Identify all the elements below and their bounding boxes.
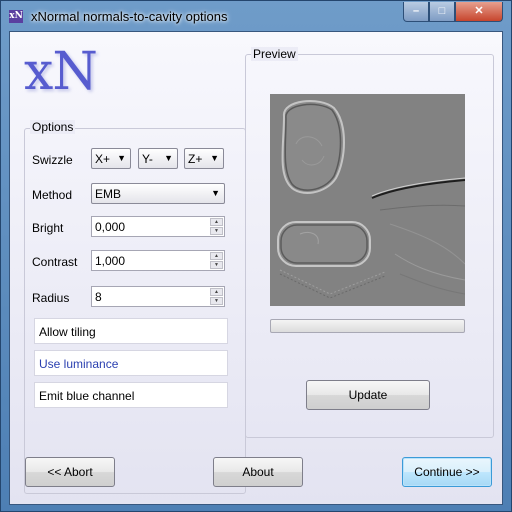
emit-blue-channel-checkbox[interactable]: Emit blue channel xyxy=(34,382,228,408)
spin-down-icon[interactable]: ▼ xyxy=(210,297,223,305)
contrast-label: Contrast xyxy=(32,255,78,269)
cavity-preview-image xyxy=(270,94,465,306)
method-select[interactable]: EMB ▼ xyxy=(91,183,225,204)
chevron-down-icon: ▼ xyxy=(117,153,126,163)
contrast-input[interactable]: 1,000 ▲ ▼ xyxy=(91,250,225,271)
xn-logo: xN xyxy=(24,42,98,102)
title-bar[interactable]: xN xNormal normals-to-cavity options – □… xyxy=(1,1,511,31)
dialog-client-area: xN Options Swizzle X+ ▼ Y- ▼ Z+ ▼ Method… xyxy=(9,31,503,505)
continue-button[interactable]: Continue >> xyxy=(402,457,492,487)
chevron-down-icon: ▼ xyxy=(210,153,219,163)
swizzle-x-value: X+ xyxy=(95,152,111,166)
swizzle-y-value: Y- xyxy=(142,152,153,166)
use-luminance-checkbox[interactable]: Use luminance xyxy=(34,350,228,376)
contrast-value: 1,000 xyxy=(95,254,126,268)
swizzle-x-select[interactable]: X+ ▼ xyxy=(91,148,131,169)
method-value: EMB xyxy=(95,187,122,201)
bright-input[interactable]: 0,000 ▲ ▼ xyxy=(91,216,225,237)
radius-label: Radius xyxy=(32,291,70,305)
swizzle-z-value: Z+ xyxy=(188,152,203,166)
use-luminance-label: Use luminance xyxy=(39,357,119,371)
method-label: Method xyxy=(32,188,73,202)
chevron-down-icon: ▼ xyxy=(164,153,173,163)
minimize-button[interactable]: – xyxy=(403,2,429,22)
spin-down-icon[interactable]: ▼ xyxy=(210,227,223,235)
update-button[interactable]: Update xyxy=(306,380,430,410)
allow-tiling-checkbox[interactable]: Allow tiling xyxy=(34,318,228,344)
spin-up-icon[interactable]: ▲ xyxy=(210,252,223,260)
about-button[interactable]: About xyxy=(213,457,303,487)
emit-blue-channel-label: Emit blue channel xyxy=(39,389,135,403)
spin-up-icon[interactable]: ▲ xyxy=(210,288,223,296)
app-icon: xN xyxy=(9,10,23,23)
bright-label: Bright xyxy=(32,221,64,235)
preview-progress-bar xyxy=(270,319,465,333)
swizzle-z-select[interactable]: Z+ ▼ xyxy=(184,148,224,169)
swizzle-y-select[interactable]: Y- ▼ xyxy=(138,148,178,169)
spin-up-icon[interactable]: ▲ xyxy=(210,218,223,226)
abort-button[interactable]: << Abort xyxy=(25,457,115,487)
radius-input[interactable]: 8 ▲ ▼ xyxy=(91,286,225,307)
window-title: xNormal normals-to-cavity options xyxy=(31,9,228,24)
bright-value: 0,000 xyxy=(95,220,126,234)
radius-value: 8 xyxy=(95,290,102,304)
spin-down-icon[interactable]: ▼ xyxy=(210,261,223,269)
maximize-button[interactable]: □ xyxy=(429,2,455,22)
options-group-title: Options xyxy=(30,120,76,134)
swizzle-label: Swizzle xyxy=(32,153,73,167)
chevron-down-icon: ▼ xyxy=(211,188,220,198)
close-button[interactable]: ✕ xyxy=(455,2,503,22)
cavity-map-svg xyxy=(270,94,465,306)
window: xN xNormal normals-to-cavity options – □… xyxy=(0,0,512,512)
preview-group-title: Preview xyxy=(251,47,298,61)
allow-tiling-label: Allow tiling xyxy=(39,325,96,339)
